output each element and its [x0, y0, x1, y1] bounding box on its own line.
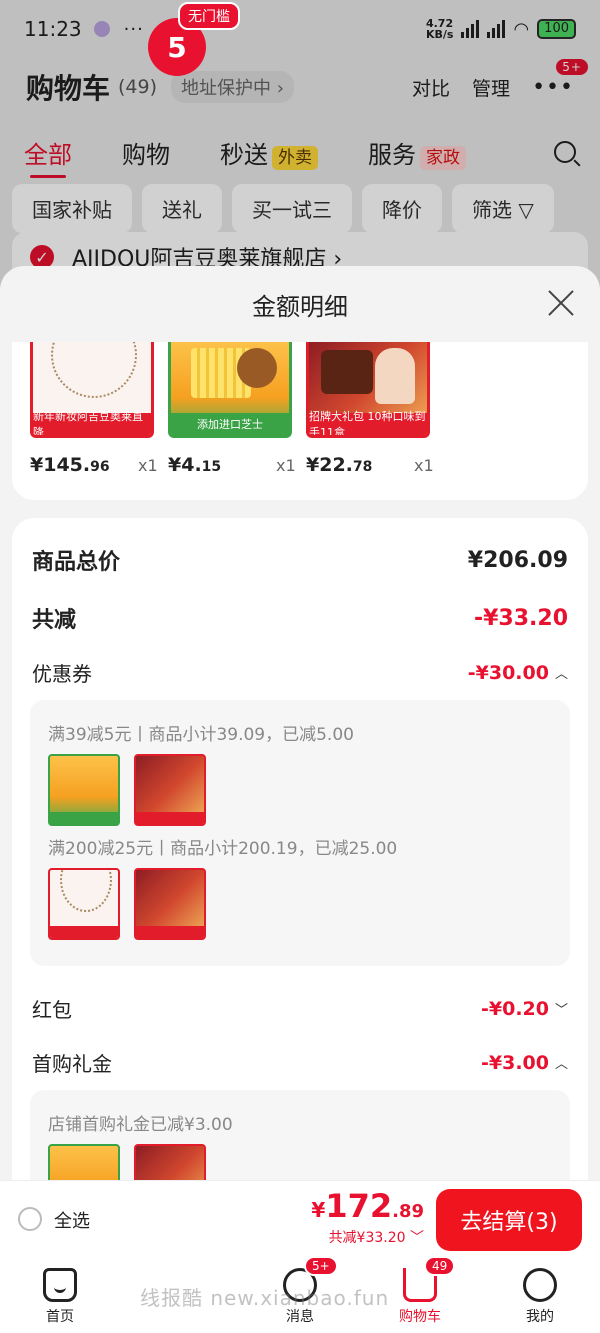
select-all-label[interactable]: 全选	[54, 1207, 90, 1233]
nav-cart[interactable]: 49 购物车	[380, 1256, 460, 1326]
thumb-strip: 新年新妆阿吉豆奥莱直降	[33, 410, 151, 435]
nav-me[interactable]: 我的	[500, 1262, 580, 1326]
cart-badge: 49	[424, 1256, 456, 1276]
mini-thumb-necklace[interactable]	[48, 868, 120, 940]
chevron-down-icon[interactable]: ﹀	[555, 999, 568, 1018]
discount-row: 共减 -¥33.20	[32, 602, 568, 634]
thumb-strip: 添加进口芝士	[171, 413, 289, 435]
item-price: ¥145.96	[30, 454, 110, 476]
watermark: 线报酷 new.xianbao.fun	[140, 1286, 390, 1310]
person-icon	[523, 1268, 557, 1302]
person-image	[375, 348, 415, 404]
red-packet-label: 红包	[32, 998, 72, 1022]
item-price: ¥4.15	[168, 454, 222, 476]
home-icon	[43, 1268, 77, 1302]
discount-value: -¥33.20	[473, 605, 568, 631]
snack-image	[321, 350, 373, 394]
bear-image	[237, 348, 277, 388]
select-all-radio[interactable]	[18, 1207, 42, 1231]
sheet-title: 金额明细	[252, 292, 348, 321]
coupon-line: 满200减25元丨商品小计200.19，已减25.00	[48, 839, 398, 859]
items-card: 新年新妆阿吉豆奥莱直降 添加进口芝士 招牌大礼包 10种口味到手11盒 ¥145…	[12, 342, 588, 500]
item-qty: x1	[138, 456, 158, 475]
checkout-total: ¥172.89	[311, 1187, 424, 1225]
first-buy-line: 店铺首购礼金已减¥3.00	[48, 1115, 233, 1135]
product-thumb-snack[interactable]: 招牌大礼包 10种口味到手11盒	[306, 342, 430, 438]
first-buy-label: 首购礼金	[32, 1052, 112, 1076]
coupon-row[interactable]: 优惠券 -¥30.00 ︿	[32, 658, 568, 687]
checkout-bar: 全选 ¥172.89 共减¥33.20 ﹀ 去结算(3)	[0, 1180, 600, 1258]
checkout-button[interactable]: 去结算(3)	[436, 1189, 582, 1251]
total-price-label: 商品总价	[32, 550, 121, 575]
checkout-discount-toggle[interactable]: 共减¥33.20 ﹀	[329, 1227, 424, 1247]
mini-thumb-fries[interactable]	[48, 754, 120, 826]
necklace-image	[51, 342, 137, 398]
mini-thumb-snack[interactable]	[134, 868, 206, 940]
first-buy-row[interactable]: 首购礼金 -¥3.00 ︿	[32, 1048, 568, 1077]
coupon-value: -¥30.00	[467, 661, 549, 684]
nav-home[interactable]: 首页	[20, 1262, 100, 1326]
close-icon[interactable]	[546, 288, 576, 318]
coupon-detail-box: 满39减5元丨商品小计39.09，已减5.00 满200减25元丨商品小计200…	[30, 700, 570, 966]
messages-badge: 5+	[304, 1256, 338, 1276]
red-packet-row[interactable]: 红包 -¥0.20 ﹀	[32, 994, 568, 1023]
coupon-label: 优惠券	[32, 662, 92, 686]
chevron-up-icon[interactable]: ︿	[555, 663, 568, 682]
item-qty: x1	[276, 456, 296, 475]
coupon-line: 满39减5元丨商品小计39.09，已减5.00	[48, 725, 354, 745]
total-price-row: 商品总价 ¥206.09	[32, 544, 568, 576]
mini-thumb-snack[interactable]	[134, 754, 206, 826]
thumb-strip: 招牌大礼包 10种口味到手11盒	[309, 410, 427, 438]
item-qty: x1	[414, 456, 434, 475]
red-packet-value: -¥0.20	[481, 997, 549, 1020]
product-thumb-necklace[interactable]: 新年新妆阿吉豆奥莱直降	[30, 342, 154, 438]
total-price-value: ¥206.09	[467, 547, 568, 573]
product-thumb-fries[interactable]: 添加进口芝士	[168, 342, 292, 438]
first-buy-value: -¥3.00	[481, 1051, 549, 1074]
item-price: ¥22.78	[306, 454, 373, 476]
amount-detail-sheet: 金额明细 新年新妆阿吉豆奥莱直降 添加进口芝士 招牌大礼包 10种口味到手11盒…	[0, 266, 600, 1333]
chevron-up-icon[interactable]: ︿	[555, 1053, 568, 1072]
promo-tag: 无门槛	[178, 2, 240, 30]
discount-label: 共减	[32, 608, 77, 633]
